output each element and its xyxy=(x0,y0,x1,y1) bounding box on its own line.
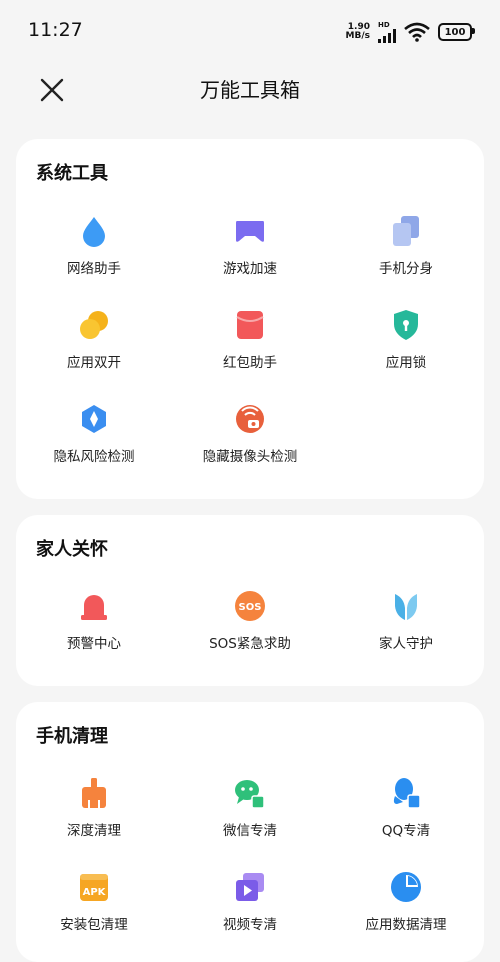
item-label: 深度清理 xyxy=(67,823,121,839)
status-icons: 1.90 MB/s HD 100 xyxy=(346,20,475,44)
section-title: 系统工具 xyxy=(36,163,108,184)
network-speed: 1.90 MB/s xyxy=(346,23,370,41)
tool-sos-help[interactable]: SOS SOS紧急求助 xyxy=(172,589,328,652)
item-label: 预警中心 xyxy=(67,636,121,652)
section-title: 家人关怀 xyxy=(36,539,108,560)
tool-video-clean[interactable]: 视频专清 xyxy=(172,870,328,933)
item-label: 视频专清 xyxy=(223,917,277,933)
broom-icon xyxy=(82,778,106,808)
tool-family-guard[interactable]: 家人守护 xyxy=(328,589,484,652)
tool-alert-center[interactable]: 预警中心 xyxy=(16,589,172,652)
battery-indicator: 100 xyxy=(438,23,475,41)
page-title: 万能工具箱 xyxy=(200,78,300,102)
tool-apk-clean[interactable]: APK 安装包清理 xyxy=(16,870,172,933)
tool-hidden-camera-detect[interactable]: 隐藏摄像头检测 xyxy=(172,402,328,465)
network-speed-unit: MB/s xyxy=(345,31,370,41)
item-label: 隐私风险检测 xyxy=(53,449,135,465)
svg-text:APK: APK xyxy=(83,887,107,898)
qq-clean-icon xyxy=(393,778,421,809)
battery-level: 100 xyxy=(444,26,466,38)
camera-detect-icon xyxy=(236,405,264,433)
section-family-care: 家人关怀 预警中心 SOS SOS紧急求助 家人守护 xyxy=(16,515,484,686)
pie-chart-icon xyxy=(391,872,421,902)
dual-coins-icon xyxy=(80,311,108,339)
tool-app-lock[interactable]: 应用锁 xyxy=(328,308,484,371)
tool-phone-clone[interactable]: 手机分身 xyxy=(328,214,484,277)
item-label: SOS紧急求助 xyxy=(209,636,291,652)
tool-red-envelope[interactable]: 红包助手 xyxy=(172,308,328,371)
droplet-icon xyxy=(83,217,105,247)
page-header: 万能工具箱 xyxy=(0,62,500,114)
gamepad-icon xyxy=(236,221,264,242)
cell-signal: HD xyxy=(378,20,396,43)
red-envelope-icon xyxy=(236,311,264,339)
sos-icon: SOS xyxy=(235,591,265,621)
apk-clean-icon: APK xyxy=(80,874,108,901)
section-phone-clean: 手机清理 深度清理 微信专清 QQ专清 APK 安装包清理 视频专清 应用数据清… xyxy=(16,702,484,962)
item-label: 安装包清理 xyxy=(60,917,128,933)
item-label: 家人守护 xyxy=(379,636,433,652)
item-label: QQ专清 xyxy=(381,823,431,839)
tool-dual-apps[interactable]: 应用双开 xyxy=(16,308,172,371)
alarm-light-icon xyxy=(81,595,107,620)
item-label: 网络助手 xyxy=(67,261,121,277)
tool-deep-clean[interactable]: 深度清理 xyxy=(16,776,172,839)
wifi-icon xyxy=(404,22,430,42)
family-guard-icon xyxy=(395,594,417,620)
video-clean-icon xyxy=(236,873,264,901)
tool-privacy-risk-scan[interactable]: 隐私风险检测 xyxy=(16,402,172,465)
status-time: 11:27 xyxy=(28,19,83,41)
section-title: 手机清理 xyxy=(36,726,108,747)
tool-qq-clean[interactable]: QQ专清 xyxy=(328,776,484,839)
svg-text:SOS: SOS xyxy=(239,602,262,613)
item-label: 应用双开 xyxy=(67,355,121,371)
item-label: 隐藏摄像头检测 xyxy=(202,449,298,465)
privacy-scan-icon xyxy=(82,405,106,433)
tool-network-assistant[interactable]: 网络助手 xyxy=(16,214,172,277)
item-label: 微信专清 xyxy=(223,823,277,839)
clone-icon xyxy=(393,216,419,246)
tool-game-boost[interactable]: 游戏加速 xyxy=(172,214,328,277)
shield-lock-icon xyxy=(394,310,418,340)
tool-wechat-clean[interactable]: 微信专清 xyxy=(172,776,328,839)
item-label: 红包助手 xyxy=(223,355,277,371)
item-label: 手机分身 xyxy=(379,261,433,277)
item-label: 应用数据清理 xyxy=(365,917,447,933)
tool-app-data-clean[interactable]: 应用数据清理 xyxy=(328,870,484,933)
section-system-tools: 系统工具 网络助手 游戏加速 手机分身 应用双开 红包助手 应用锁 隐私风险检测… xyxy=(16,139,484,499)
item-label: 应用锁 xyxy=(385,355,427,371)
item-label: 游戏加速 xyxy=(223,261,277,277)
signal-bars-icon xyxy=(378,28,396,43)
wechat-clean-icon xyxy=(235,780,265,809)
hd-label: HD xyxy=(378,20,390,29)
status-bar: 11:27 1.90 MB/s HD 100 xyxy=(0,0,500,62)
